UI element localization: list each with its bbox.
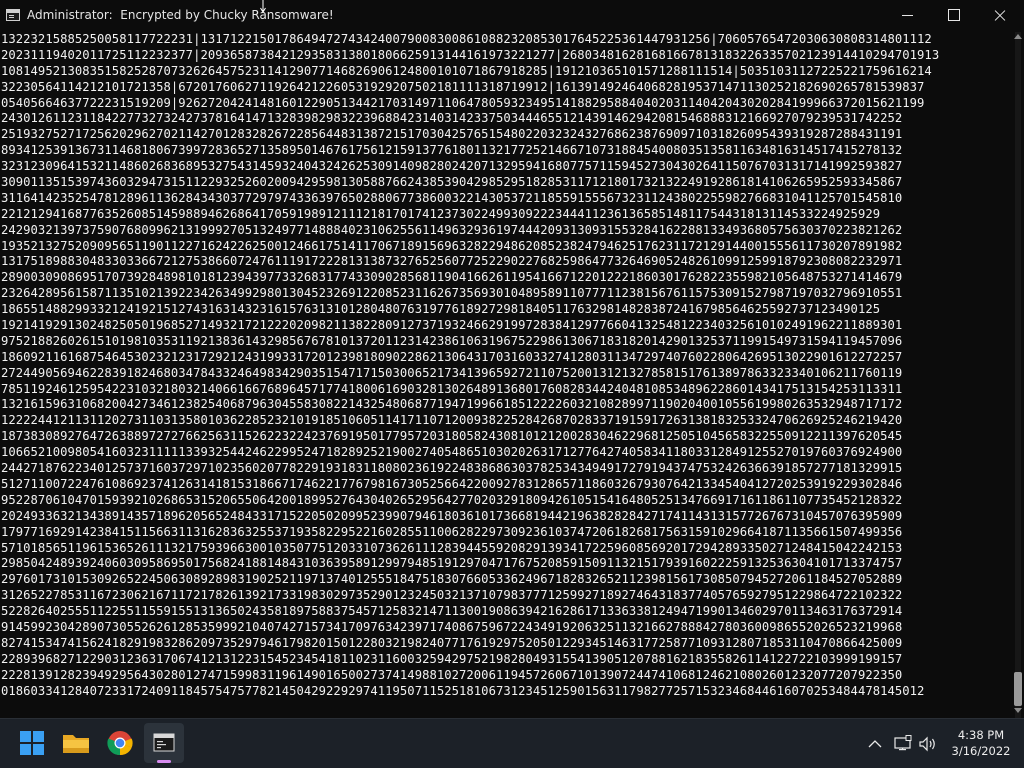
console-line: 2442718762234012573716037297102356020778… [1, 461, 903, 476]
start-button[interactable] [12, 723, 52, 763]
active-app-indicator [157, 760, 171, 763]
console-line: 2724490569462283918246803478433246498342… [1, 365, 903, 380]
network-icon[interactable] [893, 735, 913, 753]
console-line: 1865514882993321241921512743163143231615… [1, 302, 881, 317]
console-line: 3126522785311672306216711721782613921733… [1, 588, 903, 603]
console-line: 2326428956158711351021392234263499298013… [1, 286, 903, 301]
console-line: 8934125391367311468180673997283652713589… [1, 143, 903, 158]
console-line: 1873830892764726388972727662563115262232… [1, 429, 903, 444]
mouse-cursor-icon [260, 0, 266, 13]
taskbar: 4:38 PM 3/16/2022 [0, 718, 1024, 768]
console-line: 1081495213083515825287073262645752311412… [1, 63, 932, 78]
clock-date: 3/16/2022 [951, 744, 1011, 758]
console-line: 0186033412840723317240911845754757782145… [1, 683, 925, 698]
console-line: 2212129416877635260851459889462686417059… [1, 206, 881, 221]
terminal-taskbar-button[interactable] [144, 723, 184, 763]
console-line: 1321615963106820042734612382540687963045… [1, 397, 903, 412]
console-line: 5127110072247610869237412631418153186671… [1, 476, 903, 491]
terminal-icon [153, 733, 175, 752]
console-line: 1222244121131120273110313580103622852321… [1, 413, 903, 428]
close-icon [976, 0, 1022, 32]
console-line: 1066521009805416032311111339325442462299… [1, 445, 903, 460]
console-line: 2976017310153092652245063089289831902521… [1, 572, 903, 587]
minimize-button[interactable] [884, 0, 930, 32]
maximize-button[interactable] [930, 0, 976, 32]
folder-icon [63, 735, 89, 753]
file-explorer-button[interactable] [56, 723, 96, 763]
console-line: 3116414235254781289611362843430377297974… [1, 190, 903, 205]
scroll-up-icon[interactable] [1014, 34, 1022, 39]
console-line: 5710185651196153652611132175939663001035… [1, 540, 903, 555]
vertical-scrollbar[interactable] [1012, 32, 1024, 718]
title-bar[interactable]: Administrator: Encrypted by Chucky Ranso… [0, 0, 1024, 32]
console-app-icon[interactable] [6, 9, 20, 21]
console-line: 9522870610470159392102686531520655064200… [1, 492, 903, 507]
console-line: 2289396827122903123631706741213122315452… [1, 651, 903, 666]
console-line: 1921419291302482505019685271493217212220… [1, 318, 903, 333]
clock-time: 4:38 PM [957, 728, 1005, 742]
console-line: 1860921161687546453023212317292124319933… [1, 349, 903, 364]
console-line: 2228139128239492956430280127471599831196… [1, 667, 903, 682]
console-line: 7851192461259542231032180321406616676896… [1, 381, 903, 396]
scrollbar-thumb[interactable] [1014, 672, 1022, 706]
scroll-down-icon[interactable] [1014, 708, 1022, 713]
windows-logo-icon [20, 731, 44, 755]
console-line: 2430126112311842277327324273781641471328… [1, 111, 903, 126]
window-title: Administrator: Encrypted by Chucky Ranso… [27, 8, 334, 22]
console-line: 2519327527172562029627021142701283282672… [1, 127, 903, 142]
console-bottom-strip [0, 708, 1012, 718]
console-line: 3090113515397436032947315112293252602009… [1, 175, 903, 190]
console-line: 32230564114212101721358|6720176062711926… [1, 79, 925, 94]
console-line: 5228264025551122551155915513136502435818… [1, 604, 903, 619]
console-line: 1935213275209095651190112271624226250012… [1, 238, 903, 253]
console-line: 2890030908695170739284898101812394397733… [1, 270, 903, 285]
system-clock[interactable]: 4:38 PM 3/16/2022 [945, 727, 1017, 759]
maximize-icon [930, 0, 976, 32]
console-line: 3231230964153211486026836895327543145932… [1, 159, 903, 174]
console-line: 20231119402011725112232377|2093658738421… [1, 47, 940, 62]
console-line: 2429032139737590768099621319992705132497… [1, 222, 903, 237]
volume-icon[interactable] [918, 735, 938, 753]
console-lines: 13223215885250058117722231|1317122150178… [1, 32, 939, 699]
chrome-button[interactable] [100, 723, 140, 763]
console-line: 9752188260261510198103531192138361432985… [1, 333, 903, 348]
console-output[interactable]: 13223215885250058117722231|1317122150178… [0, 32, 1010, 708]
console-line: 8274153474156241829198328620973529794617… [1, 635, 903, 650]
scrollbar-track[interactable] [1015, 32, 1021, 718]
minimize-icon [884, 0, 930, 32]
close-button[interactable] [976, 0, 1022, 32]
console-line: 05405664637722231519209|9262720424148160… [1, 95, 925, 110]
console-line: 1797716929142384151156631131628363255371… [1, 524, 903, 539]
console-line: 2024933632134389143571896205652484331715… [1, 508, 903, 523]
console-line: 2985042489392406030958695017568241881484… [1, 556, 903, 571]
chrome-icon [107, 731, 133, 756]
console-line: 9145992304289073055262612853599921040742… [1, 619, 903, 634]
chevron-up-icon[interactable] [866, 735, 884, 753]
console-line: 13223215885250058117722231|1317122150178… [1, 32, 932, 46]
console-line: 1317518988304833033667212753866072476111… [1, 254, 903, 269]
